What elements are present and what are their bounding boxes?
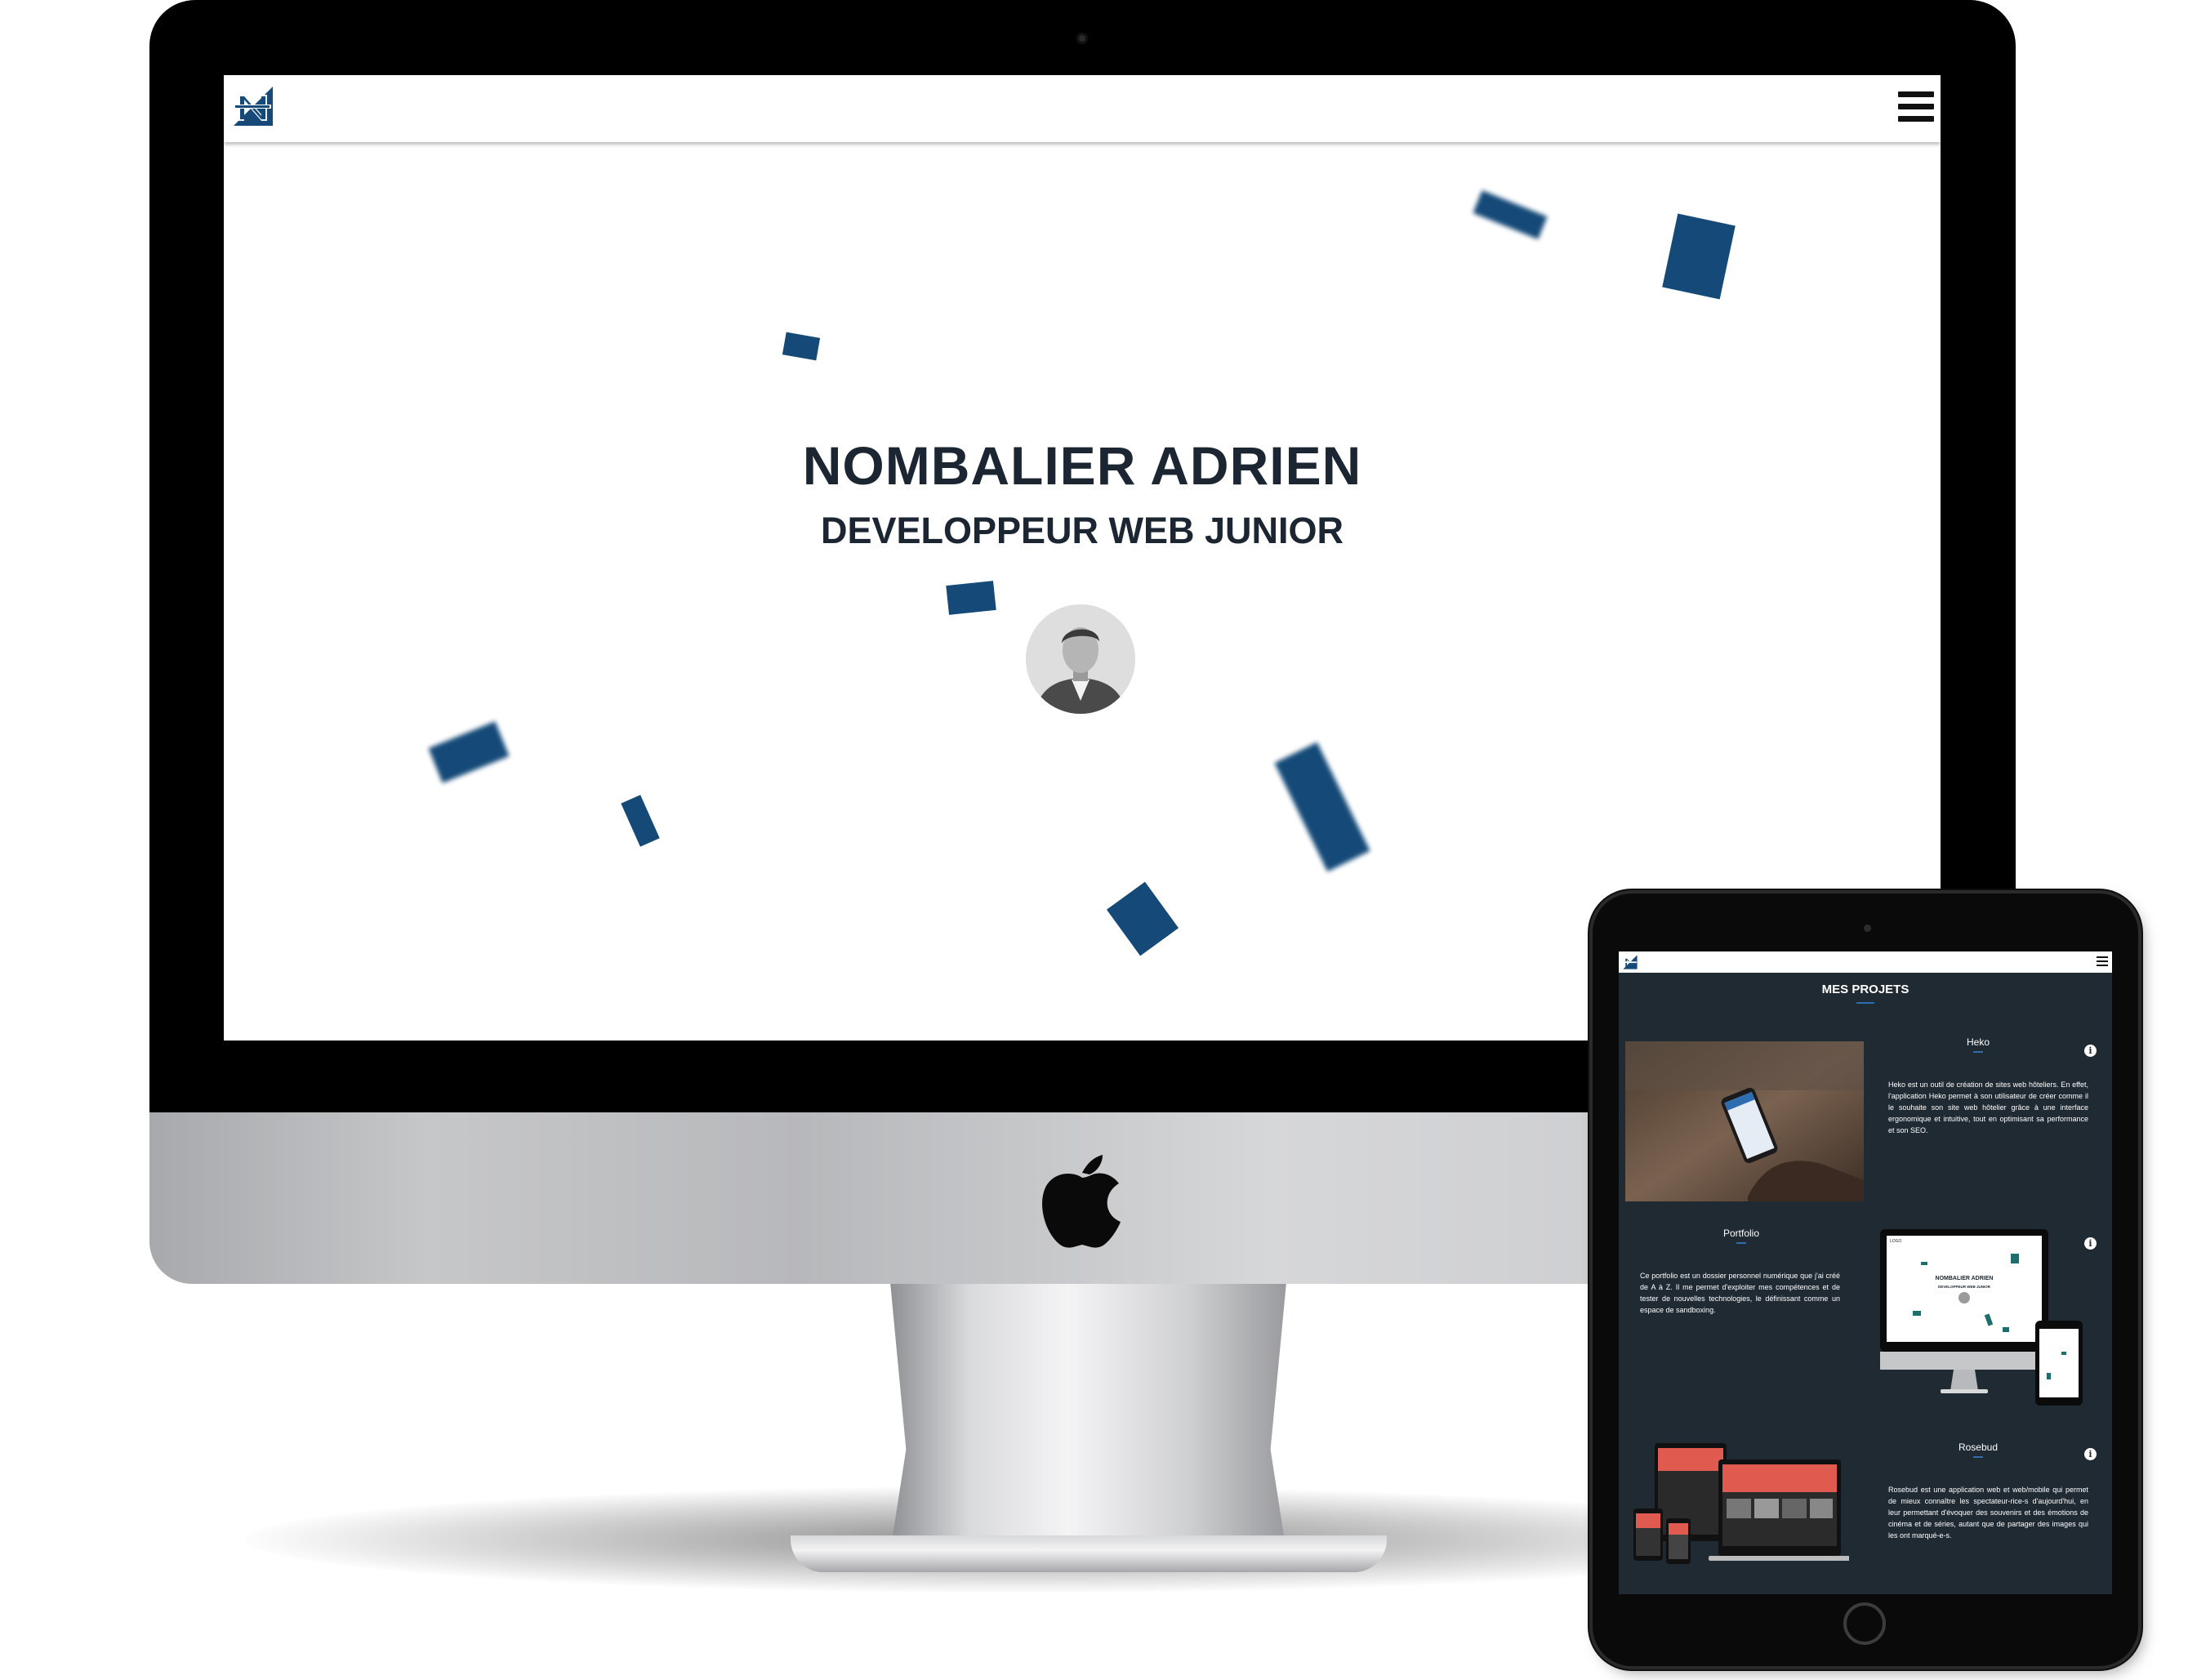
project-thumbnail-rosebud[interactable] xyxy=(1630,1427,1849,1590)
project-thumbnail-heko[interactable] xyxy=(1625,1041,1864,1201)
tablet-site-header xyxy=(1619,951,2112,973)
project-thumbnail-portfolio[interactable]: LOGO NOMBALIER ADRIEN DEVELOPPEUR WEB JU… xyxy=(1872,1229,2084,1410)
camera-icon xyxy=(1076,33,1088,44)
project-title-underline xyxy=(1973,1051,1983,1053)
decorative-rectangle xyxy=(1106,881,1179,956)
decorative-rectangle xyxy=(782,332,821,361)
svg-text:DEVELOPPEUR WEB JUNIOR: DEVELOPPEUR WEB JUNIOR xyxy=(1938,1285,1991,1289)
hero-role: DEVELOPPEUR WEB JUNIOR xyxy=(820,510,1344,551)
hero-name: NOMBALIER ADRIEN xyxy=(802,435,1362,496)
project-description-heko: Heko est un outil de création de sites w… xyxy=(1888,1081,2088,1134)
decorative-rectangle xyxy=(1662,213,1736,300)
svg-text:LOGO: LOGO xyxy=(1890,1239,1902,1244)
hamburger-menu-icon[interactable] xyxy=(2097,956,2108,967)
n-logo-icon[interactable] xyxy=(230,83,276,129)
camera-icon xyxy=(1864,925,1871,932)
n-logo-icon[interactable] xyxy=(1622,954,1638,970)
decorative-rectangle xyxy=(1473,189,1548,240)
imac-stand xyxy=(890,1282,1286,1552)
project-title-underline xyxy=(1973,1456,1983,1458)
hamburger-menu-icon[interactable] xyxy=(1898,91,1934,123)
info-icon[interactable]: i xyxy=(2084,1448,2097,1460)
project-title-underline xyxy=(1736,1242,1746,1244)
section-title: MES PROJETS xyxy=(1821,983,1909,996)
avatar xyxy=(1026,604,1135,714)
imac-foot xyxy=(791,1535,1387,1572)
svg-text:NOMBALIER ADRIEN: NOMBALIER ADRIEN xyxy=(1936,1276,1994,1281)
decorative-rectangle xyxy=(621,795,660,847)
info-icon[interactable]: i xyxy=(2084,1237,2097,1250)
project-description-portfolio: Ce portfolio est un dossier personnel nu… xyxy=(1640,1272,1840,1314)
decorative-rectangle xyxy=(428,721,510,783)
decorative-rectangle xyxy=(1274,742,1370,872)
apple-logo-icon xyxy=(1042,1155,1121,1248)
title-underline xyxy=(1856,1002,1874,1004)
home-button[interactable] xyxy=(1843,1602,1886,1645)
project-title-portfolio: Portfolio xyxy=(1722,1228,1760,1239)
project-description-rosebud: Rosebud est une application web et web/m… xyxy=(1888,1486,2088,1540)
tablet-website-screen: MES PROJETS Heko i Heko est un outil de … xyxy=(1619,951,2112,1594)
project-title-rosebud: Rosebud xyxy=(1958,1442,1999,1453)
project-title-heko: Heko xyxy=(1966,1036,1990,1048)
info-icon[interactable]: i xyxy=(2084,1045,2097,1057)
decorative-rectangle xyxy=(946,581,996,615)
site-header xyxy=(224,75,1941,142)
